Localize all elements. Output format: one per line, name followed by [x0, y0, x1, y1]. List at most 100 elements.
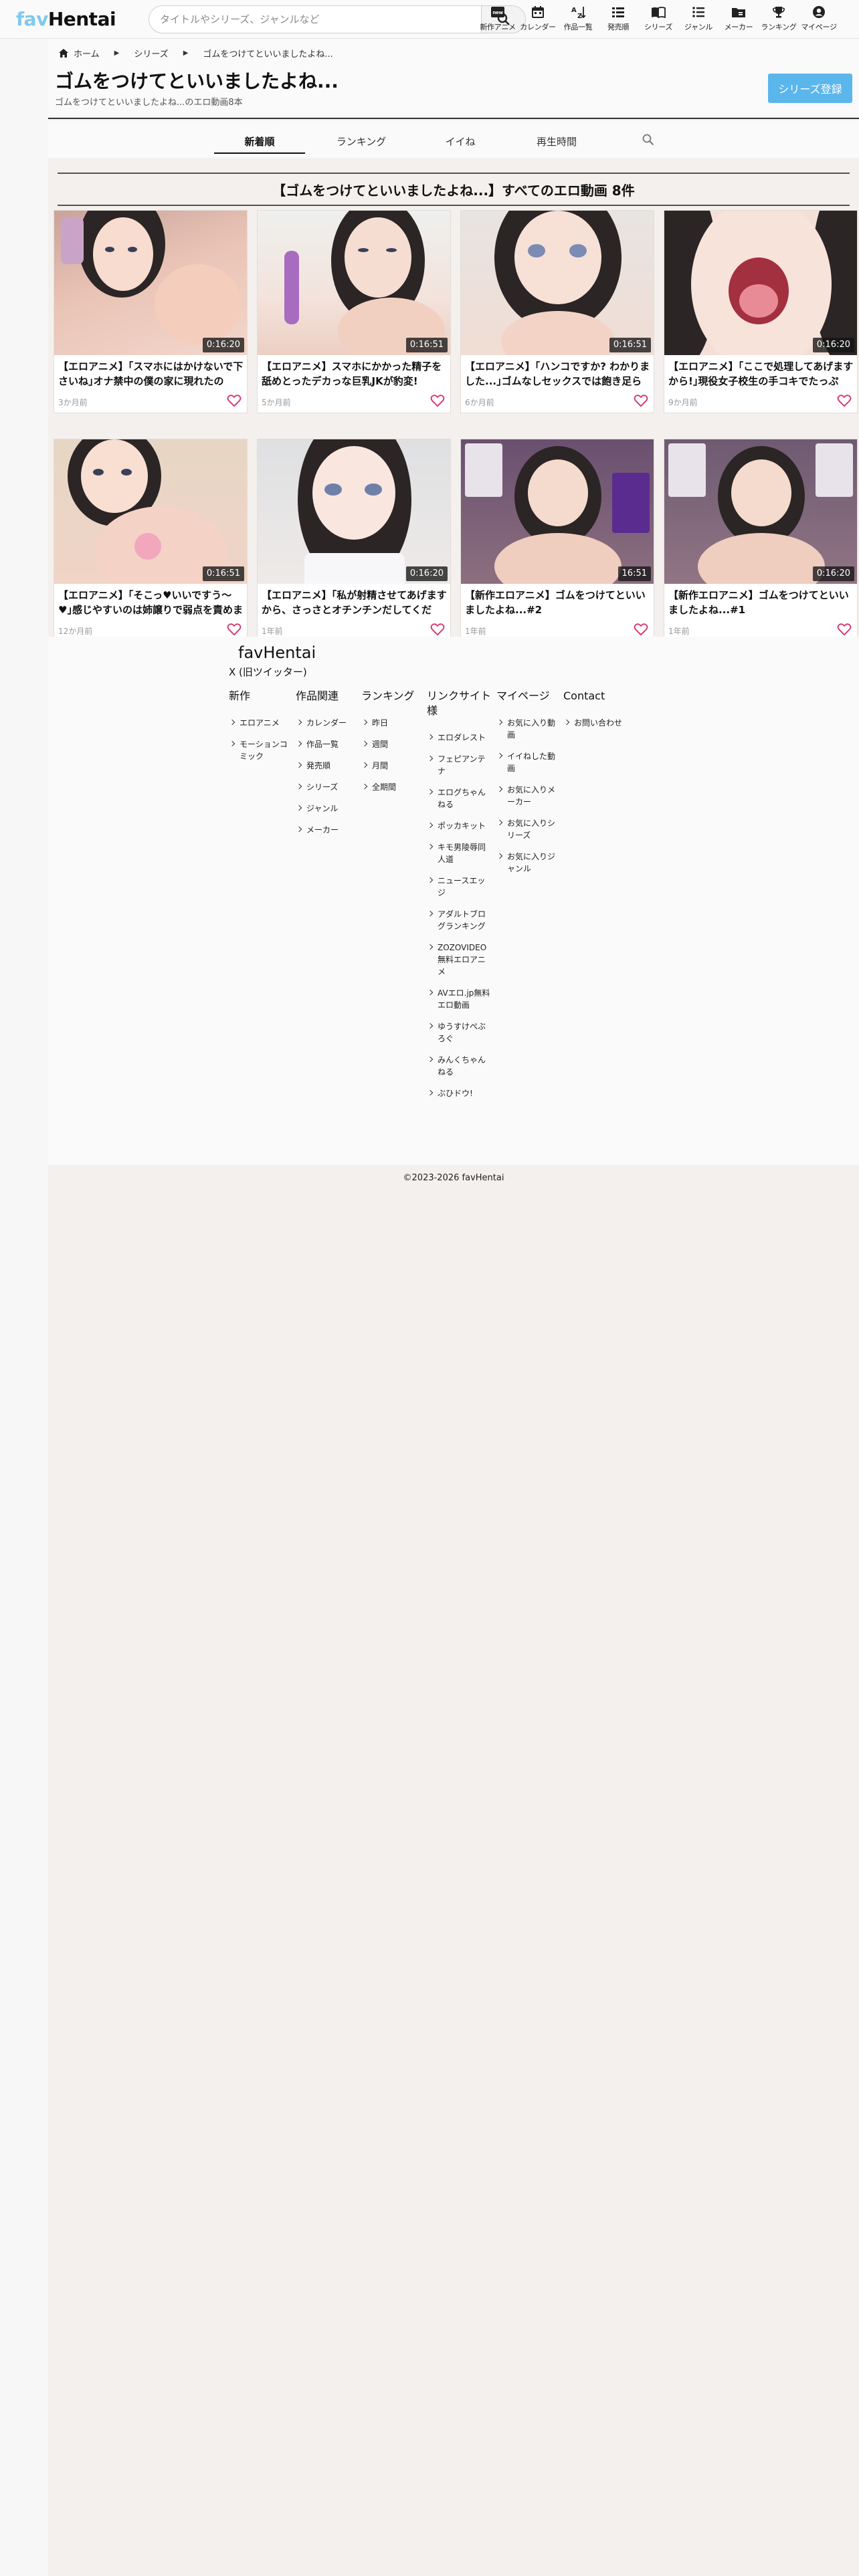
nav-genre[interactable]: ジャンル: [678, 4, 719, 36]
video-title[interactable]: 【エロアニメ】｢ここで処理してあげますから!｣現役女子校生の手コキでたっぷり..…: [668, 359, 854, 389]
video-card[interactable]: 0:16:20 【エロアニメ】｢私が射精させてあげますから、さっさとオチンチンだ…: [257, 439, 451, 642]
video-card[interactable]: 0:16:20 【エロアニメ】｢スマホにはかけないで下さいね｣オナ禁中の僕の家に…: [54, 210, 248, 413]
video-card[interactable]: 16:51 【新作エロアニメ】ゴムをつけてといいましたよね...#2 1年前: [460, 439, 654, 642]
footer-link[interactable]: キモ男陵辱同人道: [427, 841, 491, 865]
footer-link[interactable]: カレンダー: [296, 717, 356, 729]
footer-link[interactable]: お気に入りメーカー: [496, 784, 559, 808]
footer-link[interactable]: 作品一覧: [296, 738, 356, 750]
duration-badge: 0:16:20: [812, 566, 854, 581]
heart-icon[interactable]: [430, 394, 445, 407]
nav-calendar[interactable]: カレンダー: [518, 4, 558, 36]
footer-link[interactable]: メーカー: [296, 824, 356, 836]
video-title[interactable]: 【エロアニメ】｢そこっ♥いいですう〜♥｣感じやすいのは姉譲りで弱点を責めまく..…: [58, 588, 244, 617]
footer-link[interactable]: みんくちゃんねる: [427, 1054, 491, 1078]
video-thumbnail[interactable]: 0:16:20: [258, 439, 450, 584]
video-thumbnail[interactable]: 0:16:20: [54, 211, 247, 355]
footer-link[interactable]: ポッカキット: [427, 820, 491, 832]
video-title[interactable]: 【新作エロアニメ】ゴムをつけてといいましたよね...#1: [668, 588, 854, 617]
heart-icon[interactable]: [227, 394, 242, 407]
register-series-button[interactable]: シリーズ登録: [768, 74, 852, 103]
footer-link[interactable]: ぶひドウ!: [427, 1087, 491, 1099]
footer-heading: Contact: [563, 689, 605, 702]
footer-link[interactable]: お気に入りジャンル: [496, 851, 559, 875]
footer-link[interactable]: お気に入り動画: [496, 717, 559, 741]
footer-x-link[interactable]: X (旧ツイッター): [229, 665, 307, 679]
search-box: [149, 5, 526, 33]
video-date: 5か月前: [262, 398, 291, 407]
footer-link[interactable]: イイねした動画: [496, 750, 559, 774]
video-thumbnail[interactable]: 0:16:20: [664, 439, 857, 584]
footer-column-works: 作品関連 カレンダー 作品一覧 発売順 シリーズ ジャンル メーカー: [296, 689, 356, 845]
nav-ranking[interactable]: ランキング: [759, 4, 799, 36]
site-logo[interactable]: favHentai: [16, 8, 116, 30]
heart-icon[interactable]: [430, 623, 445, 636]
tab-search-button[interactable]: [642, 134, 654, 148]
heart-icon[interactable]: [634, 394, 648, 407]
content-area: [48, 39, 859, 2576]
video-title[interactable]: 【エロアニメ】｢スマホにはかけないで下さいね｣オナ禁中の僕の家に現れたのは...: [58, 359, 244, 389]
video-title[interactable]: 【新作エロアニメ】ゴムをつけてといいましたよね...#2: [465, 588, 651, 617]
tab-duration[interactable]: 再生時間: [511, 130, 602, 154]
footer-link[interactable]: エロダレスト: [427, 732, 491, 744]
az-sort-icon: AZ: [571, 4, 585, 20]
footer-link[interactable]: AVエロ.jp無料エロ動画: [427, 987, 491, 1011]
footer-column-links: リンクサイト様 エロダレスト フェピアンテナ エログちゃんねる ポッカキット キ…: [427, 689, 491, 1109]
video-thumbnail[interactable]: 0:16:51: [258, 211, 450, 355]
footer-link[interactable]: お気に入りシリーズ: [496, 817, 559, 841]
footer-link[interactable]: 週間: [361, 738, 421, 750]
nav-release-order[interactable]: 発売順: [598, 4, 638, 36]
video-title[interactable]: 【エロアニメ】｢ハンコですか? わかりました...｣ゴムなしセックスでは飽き足ら…: [465, 359, 651, 389]
footer-link[interactable]: エロアニメ: [229, 717, 289, 729]
nav-new-anime[interactable]: new 新作アニメ: [478, 4, 518, 36]
footer-link[interactable]: お問い合わせ: [563, 717, 624, 729]
video-date: 3か月前: [58, 398, 88, 407]
heart-icon[interactable]: [634, 623, 648, 636]
footer-link[interactable]: ジャンル: [296, 802, 356, 815]
footer-link[interactable]: 全期間: [361, 781, 421, 793]
video-thumbnail[interactable]: 0:16:51: [54, 439, 247, 584]
nav-maker[interactable]: メーカー: [719, 4, 759, 36]
tab-likes[interactable]: イイね: [415, 130, 506, 154]
footer-link[interactable]: モーションコミック: [229, 738, 289, 762]
footer-link[interactable]: ニュースエッジ: [427, 875, 491, 899]
footer-link[interactable]: フェピアンテナ: [427, 753, 491, 777]
nav-works[interactable]: AZ 作品一覧: [558, 4, 598, 36]
footer-link[interactable]: 月間: [361, 760, 421, 772]
video-card[interactable]: 0:16:20 【新作エロアニメ】ゴムをつけてといいましたよね...#1 1年前: [664, 439, 858, 642]
video-thumbnail[interactable]: 0:16:51: [461, 211, 654, 355]
nav-mypage[interactable]: マイページ: [799, 4, 839, 36]
footer-link[interactable]: ゆうすけぺぶろぐ: [427, 1021, 491, 1045]
heart-icon[interactable]: [837, 394, 852, 407]
heart-icon[interactable]: [837, 623, 852, 636]
video-title[interactable]: 【エロアニメ】｢私が射精させてあげますから、さっさとオチンチンだしてくださ...: [262, 588, 448, 617]
tab-ranking[interactable]: ランキング: [316, 130, 407, 154]
footer-logo[interactable]: favHentai: [238, 643, 316, 662]
footer-link[interactable]: シリーズ: [296, 781, 356, 793]
video-card[interactable]: 0:16:51 【エロアニメ】｢ハンコですか? わかりました...｣ゴムなしセッ…: [460, 210, 654, 413]
footer-link[interactable]: エログちゃんねる: [427, 786, 491, 811]
video-card[interactable]: 0:16:51 【エロアニメ】スマホにかかった精子を舐めとったデカっな巨乳JKが…: [257, 210, 451, 413]
svg-text:new: new: [492, 10, 503, 15]
video-thumbnail[interactable]: 0:16:20: [664, 211, 857, 355]
nav-series[interactable]: シリーズ: [638, 4, 678, 36]
footer-heading: リンクサイト様: [427, 689, 492, 717]
footer-heading: マイページ: [496, 689, 550, 702]
footer-link[interactable]: アダルトブログランキング: [427, 908, 491, 932]
breadcrumb-series[interactable]: シリーズ: [134, 47, 168, 60]
video-date: 12か月前: [58, 627, 93, 636]
breadcrumb: ホーム ▶ シリーズ ▶ ゴムをつけてといいましたよね...: [59, 47, 333, 60]
video-title[interactable]: 【エロアニメ】スマホにかかった精子を舐めとったデカっな巨乳JKが豹変!「本...: [262, 359, 448, 389]
video-date: 1年前: [668, 627, 690, 636]
video-card[interactable]: 0:16:20 【エロアニメ】｢ここで処理してあげますから!｣現役女子校生の手コ…: [664, 210, 858, 413]
video-card[interactable]: 0:16:51 【エロアニメ】｢そこっ♥いいですう〜♥｣感じやすいのは姉譲りで弱…: [54, 439, 248, 642]
breadcrumb-home[interactable]: ホーム: [59, 47, 100, 60]
footer-link[interactable]: 昨日: [361, 717, 421, 729]
search-input[interactable]: [149, 6, 437, 33]
heart-icon[interactable]: [227, 623, 242, 636]
page-subtitle: ゴムをつけてといいましたよね...のエロ動画8本: [55, 98, 243, 108]
footer-link[interactable]: 発売順: [296, 760, 356, 772]
footer-link[interactable]: ZOZOVIDEO無料エロアニメ: [427, 942, 491, 978]
folder-icon: [731, 4, 746, 20]
tab-newest[interactable]: 新着順: [214, 130, 305, 154]
video-thumbnail[interactable]: 16:51: [461, 439, 654, 584]
